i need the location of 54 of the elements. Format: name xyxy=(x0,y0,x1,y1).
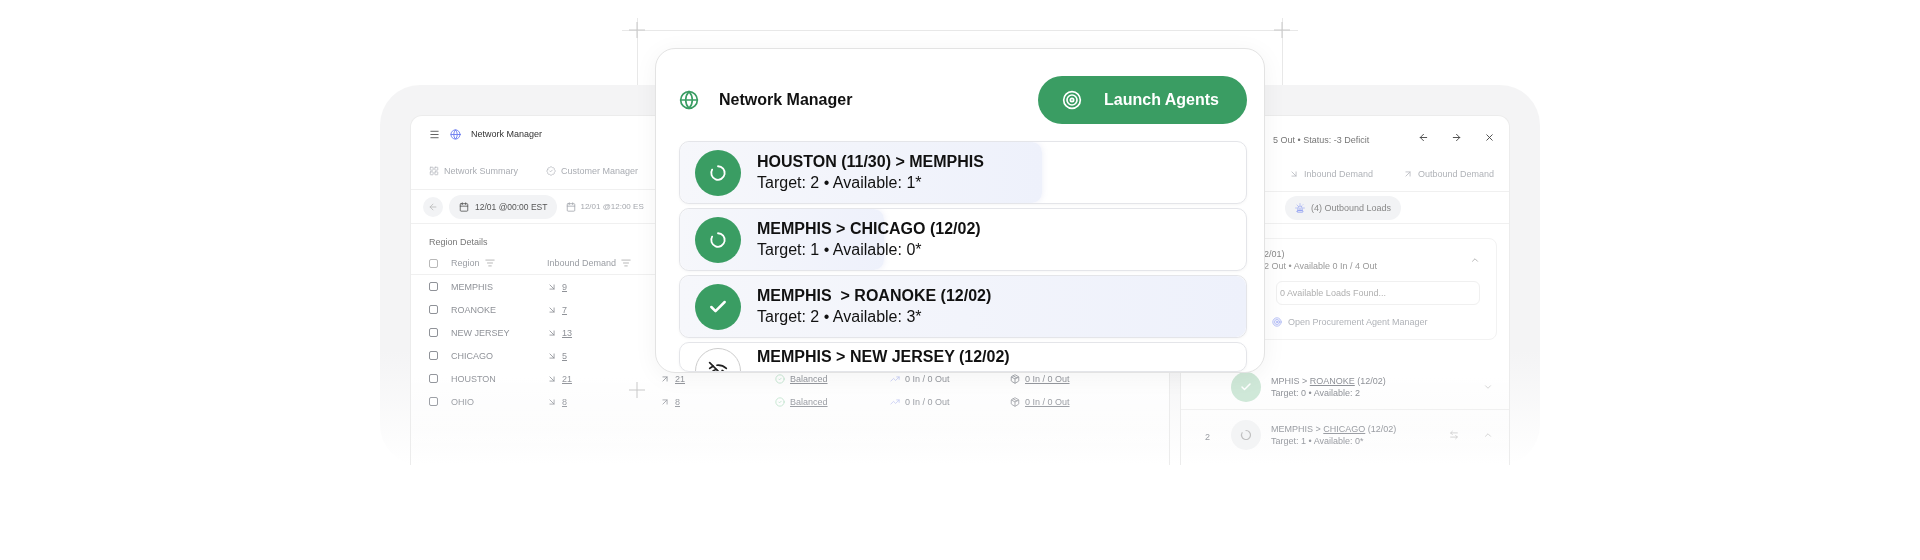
row-number: 2 xyxy=(1205,432,1210,442)
table-cell-text: NEW JERSEY xyxy=(451,327,511,338)
route-card[interactable]: MEMPHIS > ROANOKE (12/02) Target: 2 • Available: 3* xyxy=(679,275,1247,338)
demand-link[interactable]: 9 xyxy=(562,281,567,292)
table-cell-text: ROANOKE xyxy=(451,304,497,315)
table-cell: 0 In / 0 Out xyxy=(905,396,950,407)
status-link[interactable]: Balanced xyxy=(790,373,828,384)
loads-link[interactable]: 0 In / 0 Out xyxy=(1025,396,1070,407)
status-link[interactable]: Balanced xyxy=(790,396,828,407)
app-title: Network Manager xyxy=(471,129,543,139)
procurement-link[interactable]: Open Procurement Agent Manager xyxy=(1288,317,1428,327)
table-cell-text: MEMPHIS xyxy=(451,281,494,292)
detail-tab[interactable]: Inbound Demand xyxy=(1304,168,1374,179)
route-title: MEMPHIS > NEW JERSEY (12/02) xyxy=(757,348,1010,366)
route-card[interactable]: HOUSTON (11/30) > MEMPHIS Target: 2 • Available: 1* xyxy=(679,141,1247,204)
demand-link[interactable]: 7 xyxy=(562,304,567,315)
route-subtitle: Target: 1 • Available: 0* xyxy=(757,241,923,259)
demand-link[interactable]: 21 xyxy=(675,373,685,384)
route-subtitle: Target: 0 • Available: 2 xyxy=(1271,387,1362,398)
nav-tab[interactable]: Customer Manager xyxy=(561,165,639,176)
loads-field[interactable]: 0 Available Loads Found... xyxy=(1276,281,1480,305)
card-title: Network Manager xyxy=(719,91,854,109)
route-card[interactable]: MEMPHIS > CHICAGO (12/02) Target: 1 • Available: 0* xyxy=(679,208,1247,271)
section-subtitle: 2 Out • Available 0 In / 4 Out xyxy=(1264,261,1379,271)
route-title: MEMPHIS > CHICAGO (12/02) xyxy=(757,220,981,238)
loads-link[interactable]: 0 In / 0 Out xyxy=(1025,373,1070,384)
demand-link[interactable]: 21 xyxy=(562,373,572,384)
launch-agents-button[interactable]: Launch Agents xyxy=(1038,76,1247,124)
table-cell-text: CHICAGO xyxy=(451,350,494,361)
column-header: Region xyxy=(451,258,480,268)
date-chip[interactable]: 12/01 @00:00 EST xyxy=(449,194,558,219)
loads-chip[interactable]: (4) Outbound Loads xyxy=(1285,195,1402,220)
demand-link[interactable]: 13 xyxy=(562,327,572,338)
table-cell-text: OHIO xyxy=(451,396,475,407)
table-cell: 0 In / 0 Out xyxy=(905,373,950,384)
nav-tab[interactable]: Network Summary xyxy=(444,165,518,176)
demand-link[interactable]: 5 xyxy=(562,350,567,361)
route-title: MEMPHIS > ROANOKE (12/02) xyxy=(757,287,992,305)
route-subtitle: Target: 1 • Available: 0* xyxy=(1271,436,1365,446)
date-chip[interactable]: 12/01 @12:00 ES xyxy=(563,194,647,219)
detail-tab[interactable]: Outbound Demand xyxy=(1418,168,1495,179)
route-title: MEMPHIS > CHICAGO (12/02) xyxy=(1271,424,1398,434)
route-title: MPHIS > ROANOKE (12/02) xyxy=(1271,375,1387,386)
detail-summary: 5 Out • Status: -3 Deficit xyxy=(1273,135,1371,145)
route-title: HOUSTON (11/30) > MEMPHIS xyxy=(757,153,984,171)
table-cell-text: HOUSTON xyxy=(451,373,497,384)
route-subtitle: Target: 2 • Available: 1* xyxy=(757,174,923,192)
demand-link[interactable]: 8 xyxy=(675,396,680,407)
route-subtitle: Target: 2 • Available: 3* xyxy=(757,308,923,326)
section-title: Region Details xyxy=(429,237,488,247)
section-heading: 2/01) xyxy=(1264,249,1286,259)
demand-link[interactable]: 8 xyxy=(562,396,567,407)
column-header: Inbound Demand xyxy=(547,258,617,268)
route-card[interactable]: MEMPHIS > NEW JERSEY (12/02) xyxy=(679,342,1247,372)
